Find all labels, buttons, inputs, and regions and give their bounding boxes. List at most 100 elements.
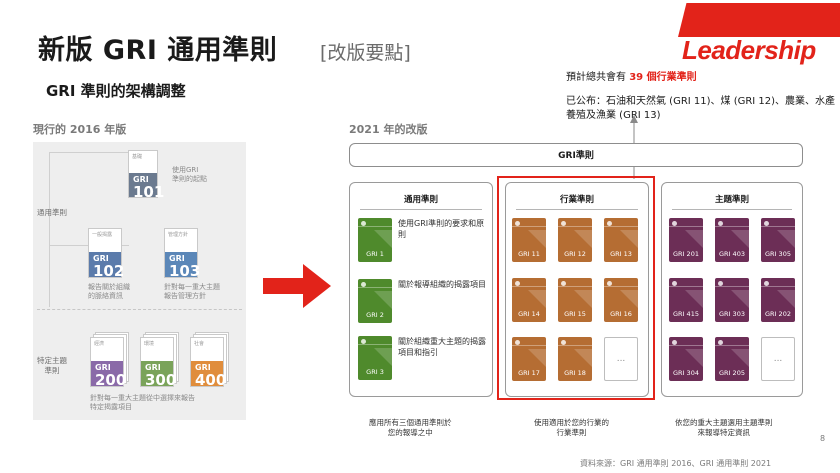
book-band [715,286,749,287]
gri-403-book: GRI 403 [715,218,749,262]
book-code: GRI 303 [719,310,745,318]
page-title: 新版 GRI 通用準則 [38,35,278,66]
gri-101-desc: 使用GRI 準則的起點 [172,166,207,183]
book-corner [731,349,749,367]
gri-standards-label: GRI準則 [558,151,594,161]
card-tag: 一般揭露 [92,232,113,238]
book-corner [777,230,795,248]
book-band [358,344,392,345]
gri-2-desc: 關於報導組織的揭露項目 [398,280,486,289]
connector-line [49,152,50,307]
card-tag: 經濟 [94,341,105,347]
card-band: GRI 400 [191,361,227,390]
note-prefix: 預計總共會有 [566,72,626,83]
book-corner [685,290,703,308]
card-tag: 社會 [194,341,205,347]
old-version-panel: 通用準則 特定主題 準則 基礎 GRI 101 使用GRI 準則的起點 一般揭露… [33,142,246,420]
published-note: 已公布：石油和天然氣 (GRI 11)、煤 (GRI 12)、農業、水產養殖及漁… [566,96,836,121]
gri-205-book: GRI 205 [715,337,749,381]
gri-201-book: GRI 201 [669,218,703,262]
brand-bar [678,3,840,37]
gri-103-card: 管理方針 GRI 103 [164,228,201,281]
book-corner [685,230,703,248]
gri-305-book: GRI 305 [761,218,795,262]
book-code: GRI 201 [673,250,699,258]
gri-304-book: GRI 304 [669,337,703,381]
book-code: GRI 403 [719,250,745,258]
column-rule [360,209,482,210]
connector-line [49,152,129,153]
card-number: 103 [169,262,201,281]
title-tag: [改版要點] [320,42,411,64]
column-rule [672,209,792,210]
gri-102-card: 一般揭露 GRI 102 [88,228,124,280]
book-band [358,287,392,288]
card-band: GRI 101 [129,173,164,201]
old-version-label: 現行的 2016 年版 [33,123,127,136]
arrow-right-icon [263,264,331,308]
card-number: 300 [145,371,177,390]
book-corner [374,348,392,366]
gri-101-card: 基礎 GRI 101 [128,150,164,201]
source-note: 資料來源：GRI 通用準則 2016、GRI 通用準則 2021 [580,459,772,468]
card-number: 101 [133,183,165,202]
book-band [358,226,392,227]
book-band [715,345,749,346]
column-heading: 通用準則 [403,195,438,205]
gri-202-book: GRI 202 [761,278,795,322]
gri-3-book: GRI 3 [358,336,392,380]
gri-200-card: 經濟 GRI 200 [90,337,127,390]
universal-caption: 應用所有三個通用準則於 您的報導之中 [369,418,452,437]
card-tag: 基礎 [132,154,143,160]
gri-415-book: GRI 415 [669,278,703,322]
industry-caption: 使用適用於您的行業的 行業準則 [534,418,609,437]
gri-103-desc: 針對每一重大主題 報告管理方針 [164,283,220,300]
gri-1-book: GRI 1 [358,218,392,262]
book-code: GRI 202 [765,310,791,318]
industry-count-note: 預計總共會有 39 個行業準則 [566,68,697,83]
brand-logo: Leadership [682,35,816,65]
book-code: GRI 3 [366,368,384,376]
old-side-topic: 特定主題 準則 [37,356,67,375]
topic-caption: 依您的重大主題選用主題準則 來報導特定資訊 [675,418,773,437]
note-count: 39 個行業準則 [629,72,697,83]
card-number: 400 [195,371,227,390]
page-subtitle: GRI 準則的架構調整 [46,82,186,100]
more-topic-placeholder: ... [761,337,795,381]
gri-1-desc: 使用GRI準則的要求和原則 [398,219,485,239]
card-band: GRI 103 [165,252,201,281]
gri-400-card: 社會 GRI 400 [190,337,227,390]
gri-2-book: GRI 2 [358,279,392,323]
column-heading: 主題準則 [714,195,749,205]
book-band [669,286,703,287]
book-code: GRI 1 [366,250,384,258]
old-side-universal: 通用準則 [37,208,67,217]
book-corner [731,230,749,248]
book-code: GRI 305 [765,250,791,258]
gri-303-book: GRI 303 [715,278,749,322]
card-band: GRI 300 [141,361,177,390]
page-number: 8 [820,434,826,443]
book-code: GRI 304 [673,369,699,377]
card-number: 200 [95,371,127,390]
book-band [669,345,703,346]
card-tag: 管理方針 [168,232,189,238]
book-corner [374,230,392,248]
book-band [761,226,795,227]
industry-highlight-frame [497,176,655,400]
book-code: GRI 2 [366,311,384,319]
gri-102-desc: 報告關於組織 的脈絡資訊 [88,283,130,300]
card-band: GRI 200 [91,361,127,390]
book-code: GRI 205 [719,369,745,377]
book-band [715,226,749,227]
more-dots: ... [773,354,783,364]
book-corner [777,290,795,308]
new-version-label: 2021 年的改版 [349,123,428,136]
card-tag: 環境 [144,341,155,347]
gri-300-card: 環境 GRI 300 [140,337,177,390]
book-corner [731,290,749,308]
divider [37,309,242,310]
book-corner [685,349,703,367]
book-code: GRI 415 [673,310,699,318]
book-band [669,226,703,227]
